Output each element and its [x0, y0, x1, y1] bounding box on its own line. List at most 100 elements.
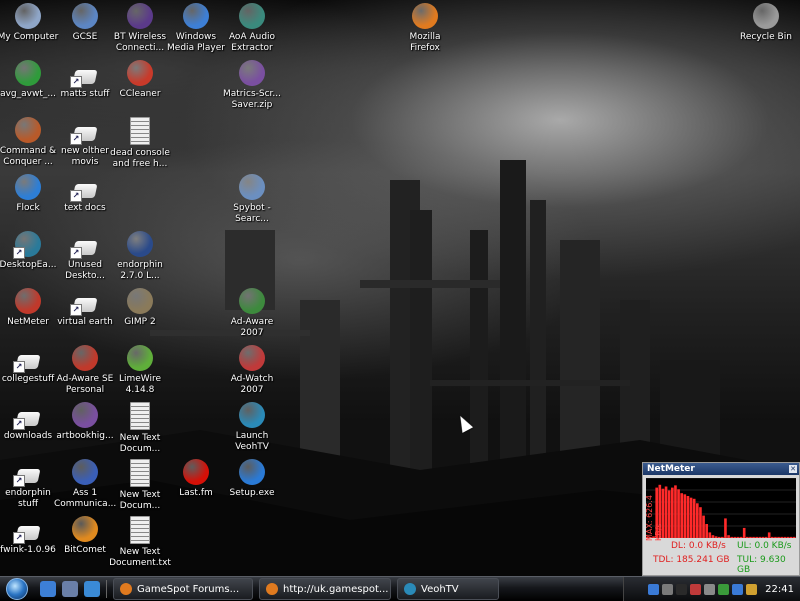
download-sample-bar [786, 536, 790, 538]
desktop-icon[interactable]: New Text Docum... [109, 459, 171, 512]
desktop-icon[interactable]: ↗ collegestuff [0, 345, 59, 385]
desktop-icon[interactable]: avg_avwt_... [0, 60, 59, 100]
desktop-icon[interactable]: GIMP 2 [109, 288, 171, 328]
download-sample-bar [767, 532, 771, 538]
taskbar-button[interactable]: VeohTV [397, 578, 499, 600]
desktop-icon[interactable]: dead console and free h... [109, 117, 171, 170]
desktop-icon[interactable]: Ad-Aware 2007 [221, 288, 283, 339]
desktop-icon[interactable]: Flock [0, 174, 59, 214]
desktop-icon[interactable]: CCleaner [109, 60, 171, 100]
taskbar-button-label: http://uk.gamespot... [283, 583, 389, 595]
netmeter-title: NetMeter [647, 464, 695, 474]
desktop-icon[interactable]: BitComet [54, 516, 116, 556]
desktop-icon[interactable]: ↗ endorphin stuff [0, 459, 59, 510]
desktop-icon[interactable]: ↗ new olther movis [54, 117, 116, 168]
desktop-icon[interactable]: ↗ Unused Deskto... [54, 231, 116, 282]
veohtv-icon [239, 402, 265, 428]
tray-sync-icon[interactable] [732, 583, 744, 595]
desktop-icon[interactable]: Spybot - Searc... [221, 174, 283, 225]
desktop-icon-label: Spybot - Searc... [233, 203, 271, 224]
netmeter-titlebar[interactable]: NetMeter ✕ [643, 463, 799, 475]
veohtv-icon [404, 583, 416, 595]
tray-shield-icon[interactable] [690, 583, 702, 595]
text-document-icon [130, 459, 150, 487]
taskbar: GameSpot Forums... http://uk.gamespot... V… [0, 576, 800, 601]
desktop-ease-icon: ↗ [13, 231, 41, 259]
desktop-icon[interactable]: ↗ text docs [54, 174, 116, 214]
desktop[interactable]: My Computer GCSE BT Wireless Connecti... Wi… [0, 0, 800, 576]
desktop-icon[interactable]: GCSE [54, 3, 116, 43]
desktop-icon[interactable]: NetMeter [0, 288, 59, 328]
download-sample-bar [742, 527, 746, 538]
desktop-icon[interactable]: LimeWire 4.14.8 [109, 345, 171, 396]
desktop-icon[interactable]: Command & Conquer ... [0, 117, 59, 168]
recycle-bin-icon [753, 3, 779, 29]
download-sample-bar [724, 518, 727, 538]
setup-exe-icon [239, 459, 265, 485]
shortcut-arrow-icon: ↗ [70, 133, 82, 145]
desktop-icon[interactable]: ↗ DesktopEa... [0, 231, 59, 271]
zip-archive-icon [72, 402, 98, 428]
desktop-icon[interactable]: ↗ downloads [0, 402, 59, 442]
desktop-icon[interactable]: endorphin 2.7.0 L... [109, 231, 171, 282]
desktop-icon[interactable]: New Text Docum... [109, 402, 171, 455]
desktop-icon-label: downloads [3, 431, 53, 441]
internet-explorer-icon[interactable] [84, 581, 100, 597]
tray-volume-icon[interactable] [704, 583, 716, 595]
taskbar-button[interactable]: http://uk.gamespot... [259, 578, 391, 600]
tray-network-icon[interactable] [662, 583, 674, 595]
desktop-icon-label: dead console and free h... [110, 148, 170, 169]
desktop-icon-label: virtual earth [57, 317, 113, 327]
netmeter-widget[interactable]: NetMeter ✕ MAX: 626.4 KB/s DL: 0.0 KB/s … [642, 462, 800, 576]
desktop-icon[interactable]: ↗ virtual earth [54, 288, 116, 328]
desktop-icon-label: My Computer [0, 32, 59, 42]
folder-shortcut-icon: ↗ [70, 60, 98, 88]
download-sample-bar [777, 536, 780, 538]
desktop-icon[interactable]: Launch VeohTV [221, 402, 283, 453]
desktop-icon[interactable]: Last.fm [165, 459, 227, 499]
gimp-icon [127, 288, 153, 314]
tray-icons [645, 583, 758, 595]
desktop-icon-label: Ad-Watch 2007 [230, 374, 274, 395]
desktop-icon[interactable]: My Computer [0, 3, 59, 43]
download-sample-bar [664, 486, 668, 538]
netmeter-dl: DL: 0.0 KB/s [671, 541, 726, 551]
shortcut-arrow-icon: ↗ [70, 190, 82, 202]
desktop-icon[interactable]: Recycle Bin [735, 3, 797, 43]
zip-archive-icon [239, 60, 265, 86]
netmeter-icon [15, 288, 41, 314]
desktop-icon-label: artbookhig... [56, 431, 114, 441]
show-desktop-icon[interactable] [62, 581, 78, 597]
desktop-icon[interactable]: Setup.exe [221, 459, 283, 499]
desktop-icon[interactable]: Ad-Aware SE Personal [54, 345, 116, 396]
desktop-icon[interactable]: Ass 1 Communica... [54, 459, 116, 510]
bitcomet-icon [72, 516, 98, 542]
tray-zonealarm-icon[interactable] [676, 583, 688, 595]
download-sample-bar [683, 494, 687, 538]
desktop-icon-label: Ad-Aware 2007 [230, 317, 274, 338]
desktop-icon[interactable]: ↗ matts stuff [54, 60, 116, 100]
tray-security-icon[interactable] [746, 583, 758, 595]
desktop-icon-label: NetMeter [7, 317, 49, 327]
desktop-icon[interactable]: BT Wireless Connecti... [109, 3, 171, 54]
desktop-icon[interactable]: Ad-Watch 2007 [221, 345, 283, 396]
shortcut-arrow-icon: ↗ [70, 304, 82, 316]
desktop-icon[interactable]: Windows Media Player [165, 3, 227, 54]
shortcut-arrow-icon: ↗ [13, 247, 25, 259]
desktop-icon[interactable]: New Text Document.txt [109, 516, 171, 569]
media-player-icon[interactable] [40, 581, 56, 597]
limewire-icon [127, 345, 153, 371]
tray-wifi-icon[interactable] [718, 583, 730, 595]
clock[interactable]: 22:41 [765, 584, 794, 595]
desktop-icon[interactable]: artbookhig... [54, 402, 116, 442]
desktop-icon[interactable]: Matrics-Scr... Saver.zip [221, 60, 283, 111]
start-button[interactable] [0, 577, 34, 601]
tray-app-icon[interactable] [648, 583, 660, 595]
shortcut-arrow-icon: ↗ [70, 76, 82, 88]
close-icon[interactable]: ✕ [789, 465, 797, 473]
download-sample-bar [686, 496, 690, 538]
desktop-icon[interactable]: AoA Audio Extractor [221, 3, 283, 54]
taskbar-button[interactable]: GameSpot Forums... [113, 578, 253, 600]
desktop-icon[interactable]: Mozilla Firefox [394, 3, 456, 54]
desktop-icon[interactable]: ↗ fwink-1.0.96 [0, 516, 59, 556]
